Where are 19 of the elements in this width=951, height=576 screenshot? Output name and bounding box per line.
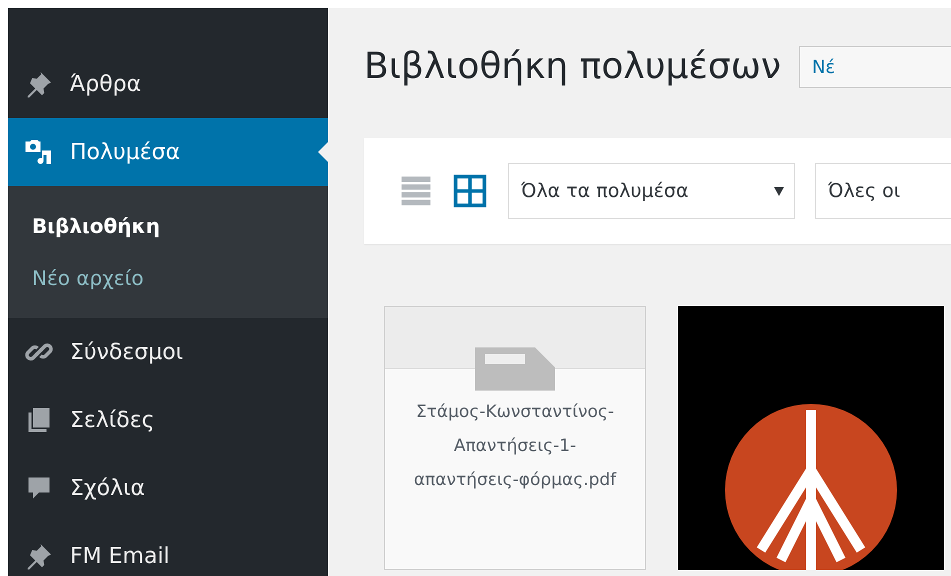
filter-dropdown[interactable]: Όλες οι [815,163,951,219]
submenu-item[interactable]: Νέο αρχείο [8,252,328,304]
sidebar-item[interactable]: Σελίδες [8,386,328,454]
sidebar-item[interactable]: Σχόλια [8,454,328,522]
sidebar-item[interactable]: FM Email [8,522,328,576]
page-title: Βιβλιοθήκη πολυμέσων [364,45,781,89]
sidebar-item[interactable]: Πολυμέσα [8,118,328,186]
submenu-item[interactable]: Βιβλιοθήκη [8,200,328,252]
caret-icon [774,186,784,196]
sidebar-item[interactable]: Άρθρα [8,50,328,118]
add-new-button[interactable]: Νέ [798,46,951,88]
file-tile[interactable]: Στάμος-Κωνσταντίνος-Απαντήσεις-1-απαντήσεις-φόρμας.pdf [384,306,646,570]
file-name: Στάμος-Κωνσταντίνος-Απαντήσεις-1-απαντήσεις-φόρμας.pdf [412,401,618,492]
document-icon [475,347,555,391]
image-thumbnail[interactable] [678,306,944,570]
grid-view-icon[interactable] [452,173,488,209]
sidebar-item[interactable]: Σύνδεσμοι [8,318,328,386]
filter-dropdown[interactable]: Όλα τα πολυμέσα [508,163,795,219]
media-icon [24,137,54,167]
